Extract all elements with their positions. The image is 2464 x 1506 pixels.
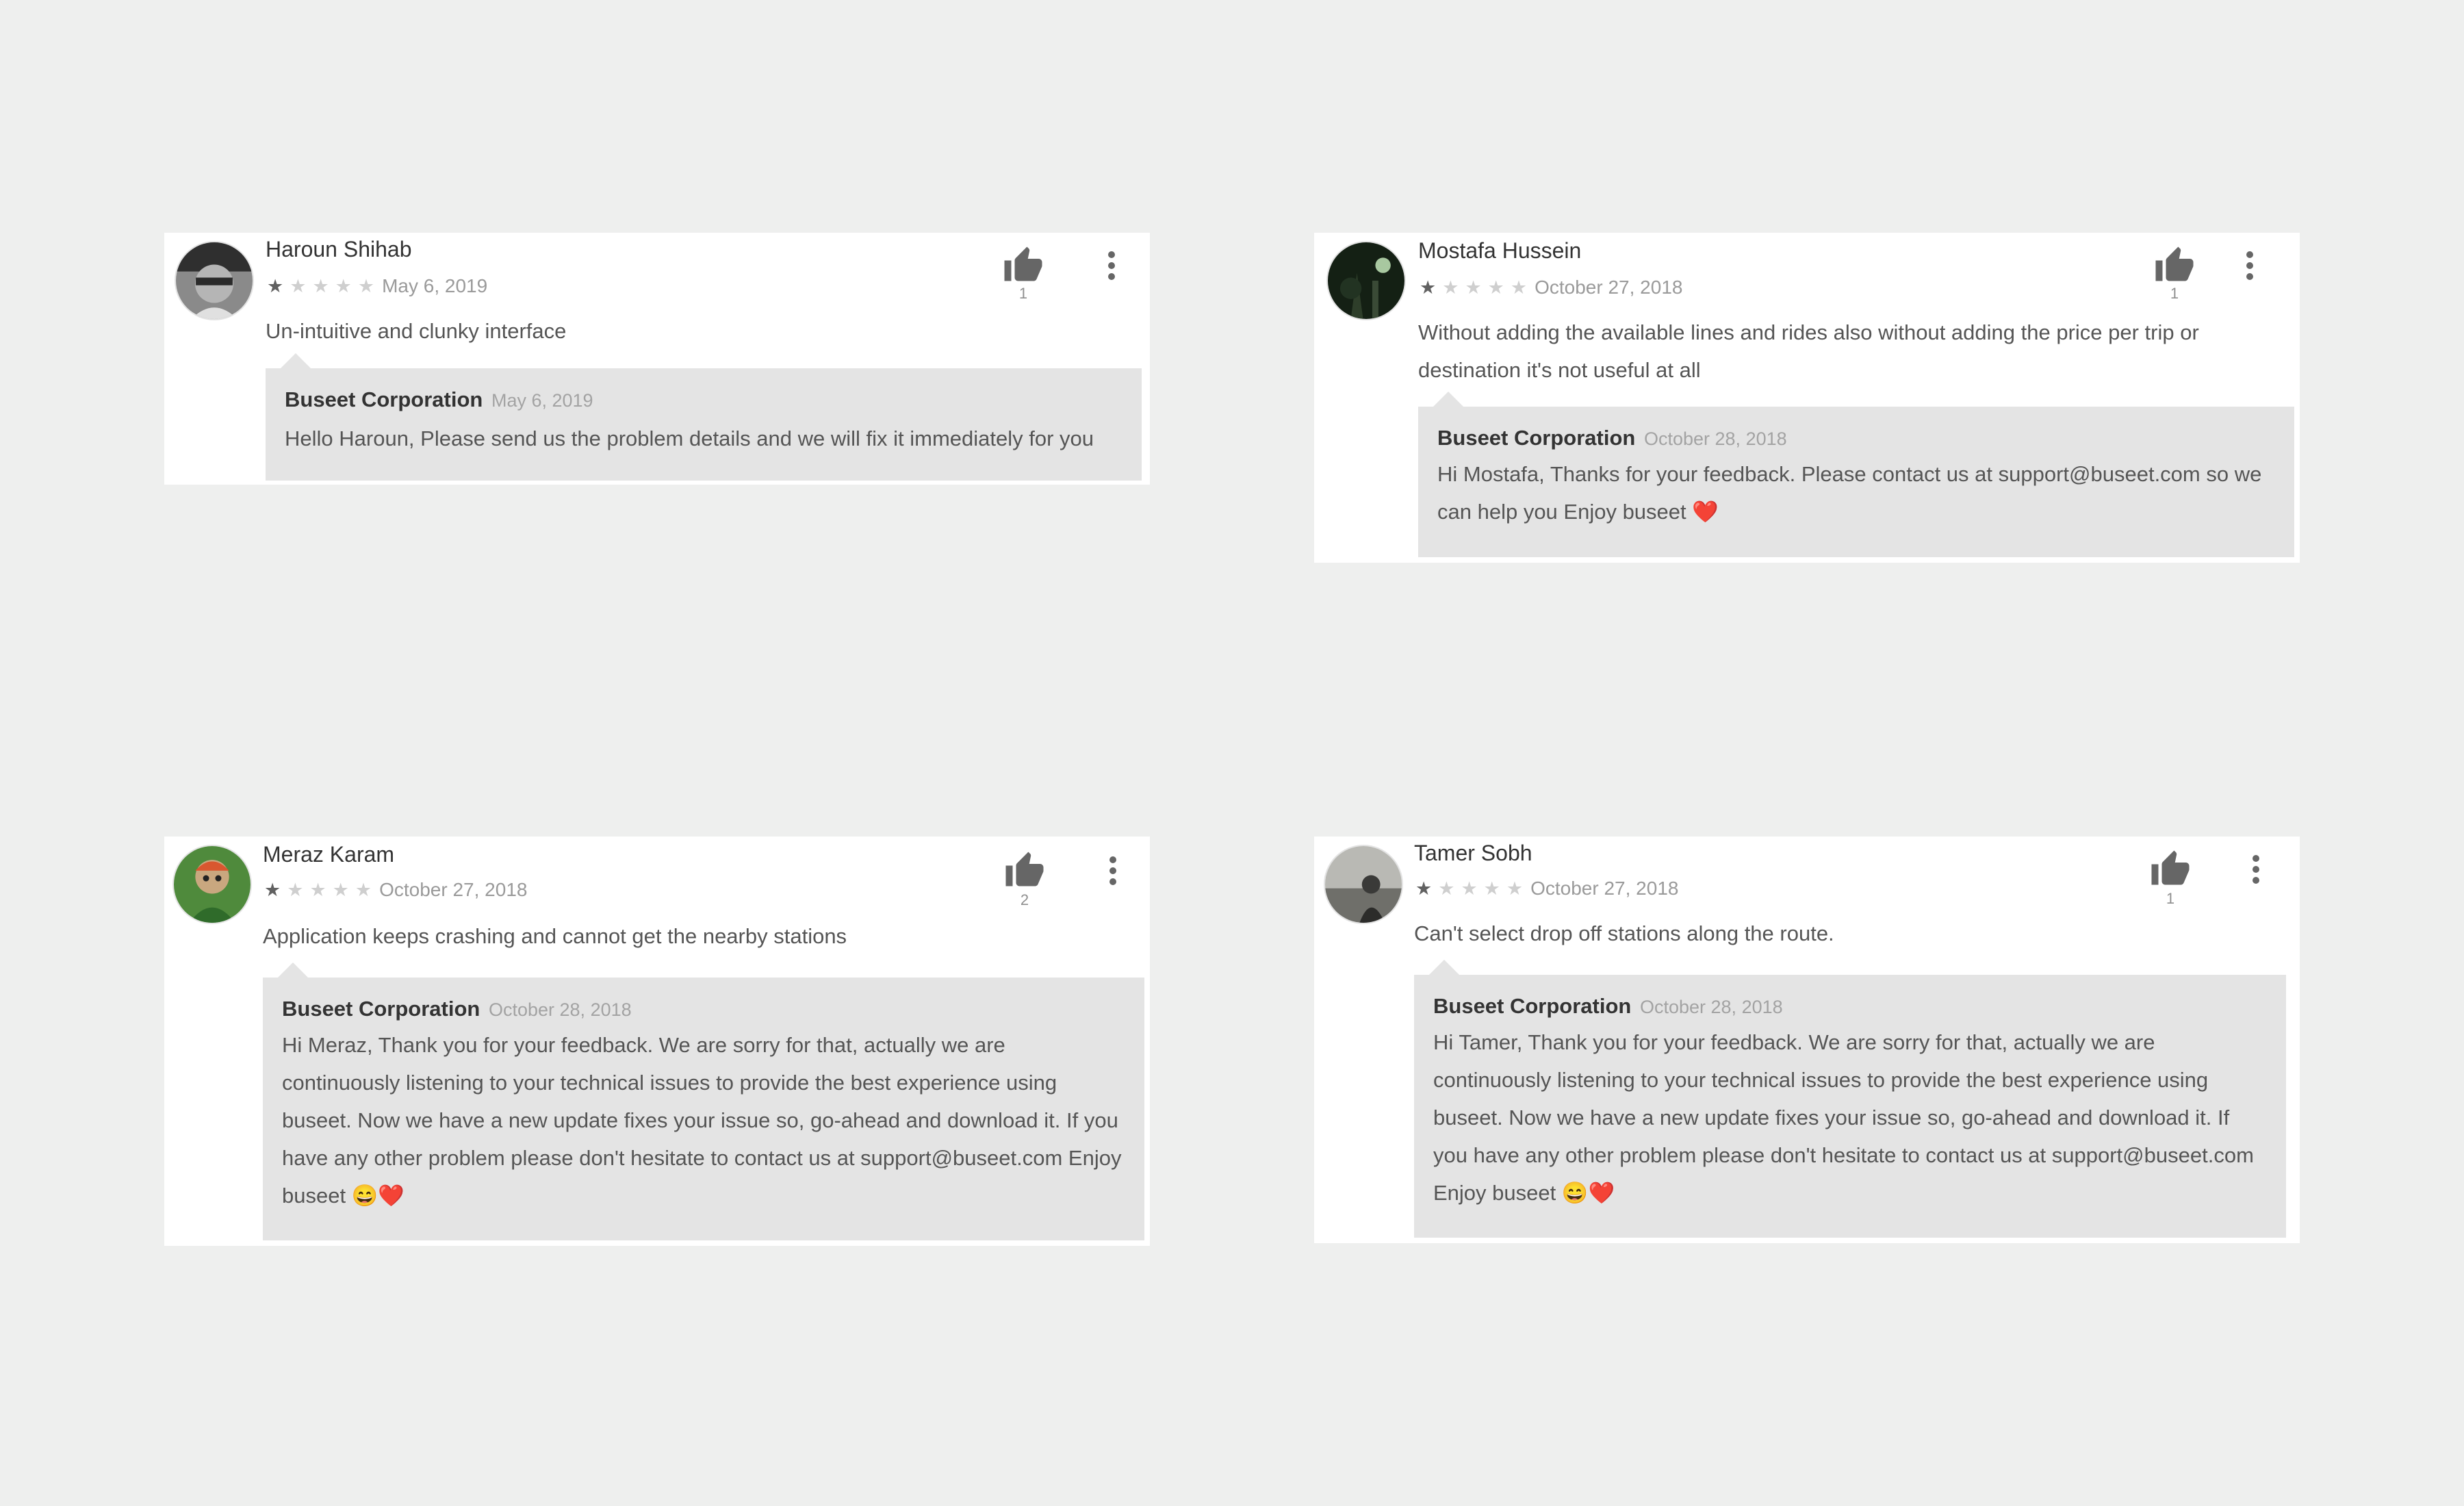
star-icon: ★ — [309, 880, 326, 900]
star-icon: ★ — [1461, 878, 1478, 899]
star-icon: ★ — [1438, 878, 1455, 899]
star-icon: ★ — [267, 276, 284, 296]
star-icon: ★ — [1483, 878, 1500, 899]
review-text: Can't select drop off stations along the… — [1414, 921, 1834, 945]
star-icon: ★ — [332, 880, 349, 900]
star-rating: ★ ★ ★ ★ ★ — [264, 879, 378, 901]
thumb-up-icon[interactable] — [1004, 850, 1045, 891]
star-icon: ★ — [1487, 277, 1504, 298]
author-name: Mostafa Hussein — [1418, 238, 1582, 263]
thumb-up-icon[interactable] — [1003, 245, 1044, 286]
review-card: Mostafa Hussein ★ ★ ★ ★ ★ October 27, 20… — [1314, 233, 2300, 563]
helpful-count: 2 — [1020, 891, 1029, 908]
rating-row: ★ ★ ★ ★ ★ October 27, 2018 — [1420, 277, 1682, 298]
review-text: Without adding the available lines and r… — [1418, 320, 2199, 382]
review-date: October 27, 2018 — [379, 879, 528, 900]
rating-row: ★ ★ ★ ★ ★ May 6, 2019 — [267, 275, 487, 297]
thumb-up-icon[interactable] — [2154, 245, 2195, 286]
developer-reply: Buseet Corporation October 28, 2018 Hi T… — [1414, 960, 2286, 1238]
helpful-count: 1 — [1018, 285, 1028, 302]
author-name: Haroun Shihab — [266, 237, 412, 261]
developer-reply: Buseet Corporation May 6, 2019 Hello Har… — [266, 353, 1142, 481]
star-icon: ★ — [290, 276, 307, 296]
review-card: Haroun Shihab ★ ★ ★ ★ ★ May 6, 2019 Un-i… — [164, 233, 1150, 485]
review-text: Application keeps crashing and cannot ge… — [263, 924, 847, 948]
review-date: October 27, 2018 — [1530, 878, 1679, 899]
star-icon: ★ — [335, 276, 352, 296]
reply-developer: Buseet Corporation — [1437, 426, 1636, 450]
star-icon: ★ — [1510, 277, 1528, 298]
review-card: Meraz Karam ★ ★ ★ ★ ★ October 27, 2018 A… — [164, 837, 1150, 1246]
author-name: Meraz Karam — [263, 842, 395, 867]
star-icon: ★ — [312, 276, 329, 296]
review-text: Un-intuitive and clunky interface — [266, 319, 567, 343]
thumb-up-icon[interactable] — [2150, 849, 2191, 890]
star-rating: ★ ★ ★ ★ ★ — [1420, 277, 1533, 298]
star-icon: ★ — [1415, 878, 1433, 899]
star-icon: ★ — [1442, 277, 1459, 298]
reply-text: Hi Mostafa, Thanks for your feedback. Pl… — [1437, 462, 2262, 524]
helpful-count: 1 — [2170, 285, 2179, 302]
star-icon: ★ — [264, 880, 281, 900]
avatar[interactable] — [1325, 846, 1402, 923]
reply-text: Hi Meraz, Thank you for your feedback. W… — [282, 1033, 1122, 1208]
star-rating: ★ ★ ★ ★ ★ — [1415, 878, 1529, 899]
reply-date: October 28, 2018 — [488, 999, 632, 1020]
developer-reply: Buseet Corporation October 28, 2018 Hi M… — [1418, 392, 2294, 557]
review-date: May 6, 2019 — [382, 275, 488, 296]
avatar[interactable] — [174, 846, 251, 923]
star-icon: ★ — [357, 276, 375, 296]
reply-date: October 28, 2018 — [1643, 429, 1787, 449]
reply-developer: Buseet Corporation — [282, 997, 480, 1021]
helpful-count: 1 — [2166, 890, 2175, 907]
rating-row: ★ ★ ★ ★ ★ October 27, 2018 — [264, 879, 527, 901]
reply-text: Hello Haroun, Please send us the problem… — [285, 426, 1094, 450]
review-date: October 27, 2018 — [1535, 277, 1683, 298]
reply-date: May 6, 2019 — [491, 390, 593, 411]
star-icon: ★ — [355, 880, 372, 900]
reply-developer: Buseet Corporation — [285, 387, 483, 411]
developer-reply: Buseet Corporation October 28, 2018 Hi M… — [263, 962, 1144, 1240]
author-name: Tamer Sobh — [1414, 841, 1532, 865]
reply-developer: Buseet Corporation — [1433, 994, 1632, 1018]
star-icon: ★ — [287, 880, 304, 900]
more-vert-icon[interactable] — [2242, 849, 2270, 890]
star-icon: ★ — [1506, 878, 1524, 899]
review-card: Tamer Sobh ★ ★ ★ ★ ★ October 27, 2018 Ca… — [1314, 837, 2300, 1243]
more-vert-icon[interactable] — [1099, 850, 1127, 891]
avatar[interactable] — [1328, 242, 1404, 319]
more-vert-icon[interactable] — [1098, 245, 1125, 286]
reply-text: Hi Tamer, Thank you for your feedback. W… — [1433, 1030, 2254, 1205]
star-icon: ★ — [1465, 277, 1482, 298]
star-rating: ★ ★ ★ ★ ★ — [267, 275, 381, 297]
rating-row: ★ ★ ★ ★ ★ October 27, 2018 — [1415, 878, 1678, 899]
reply-date: October 28, 2018 — [1639, 997, 1783, 1017]
more-vert-icon[interactable] — [2236, 245, 2263, 286]
star-icon: ★ — [1420, 277, 1437, 298]
avatar[interactable] — [176, 242, 253, 319]
